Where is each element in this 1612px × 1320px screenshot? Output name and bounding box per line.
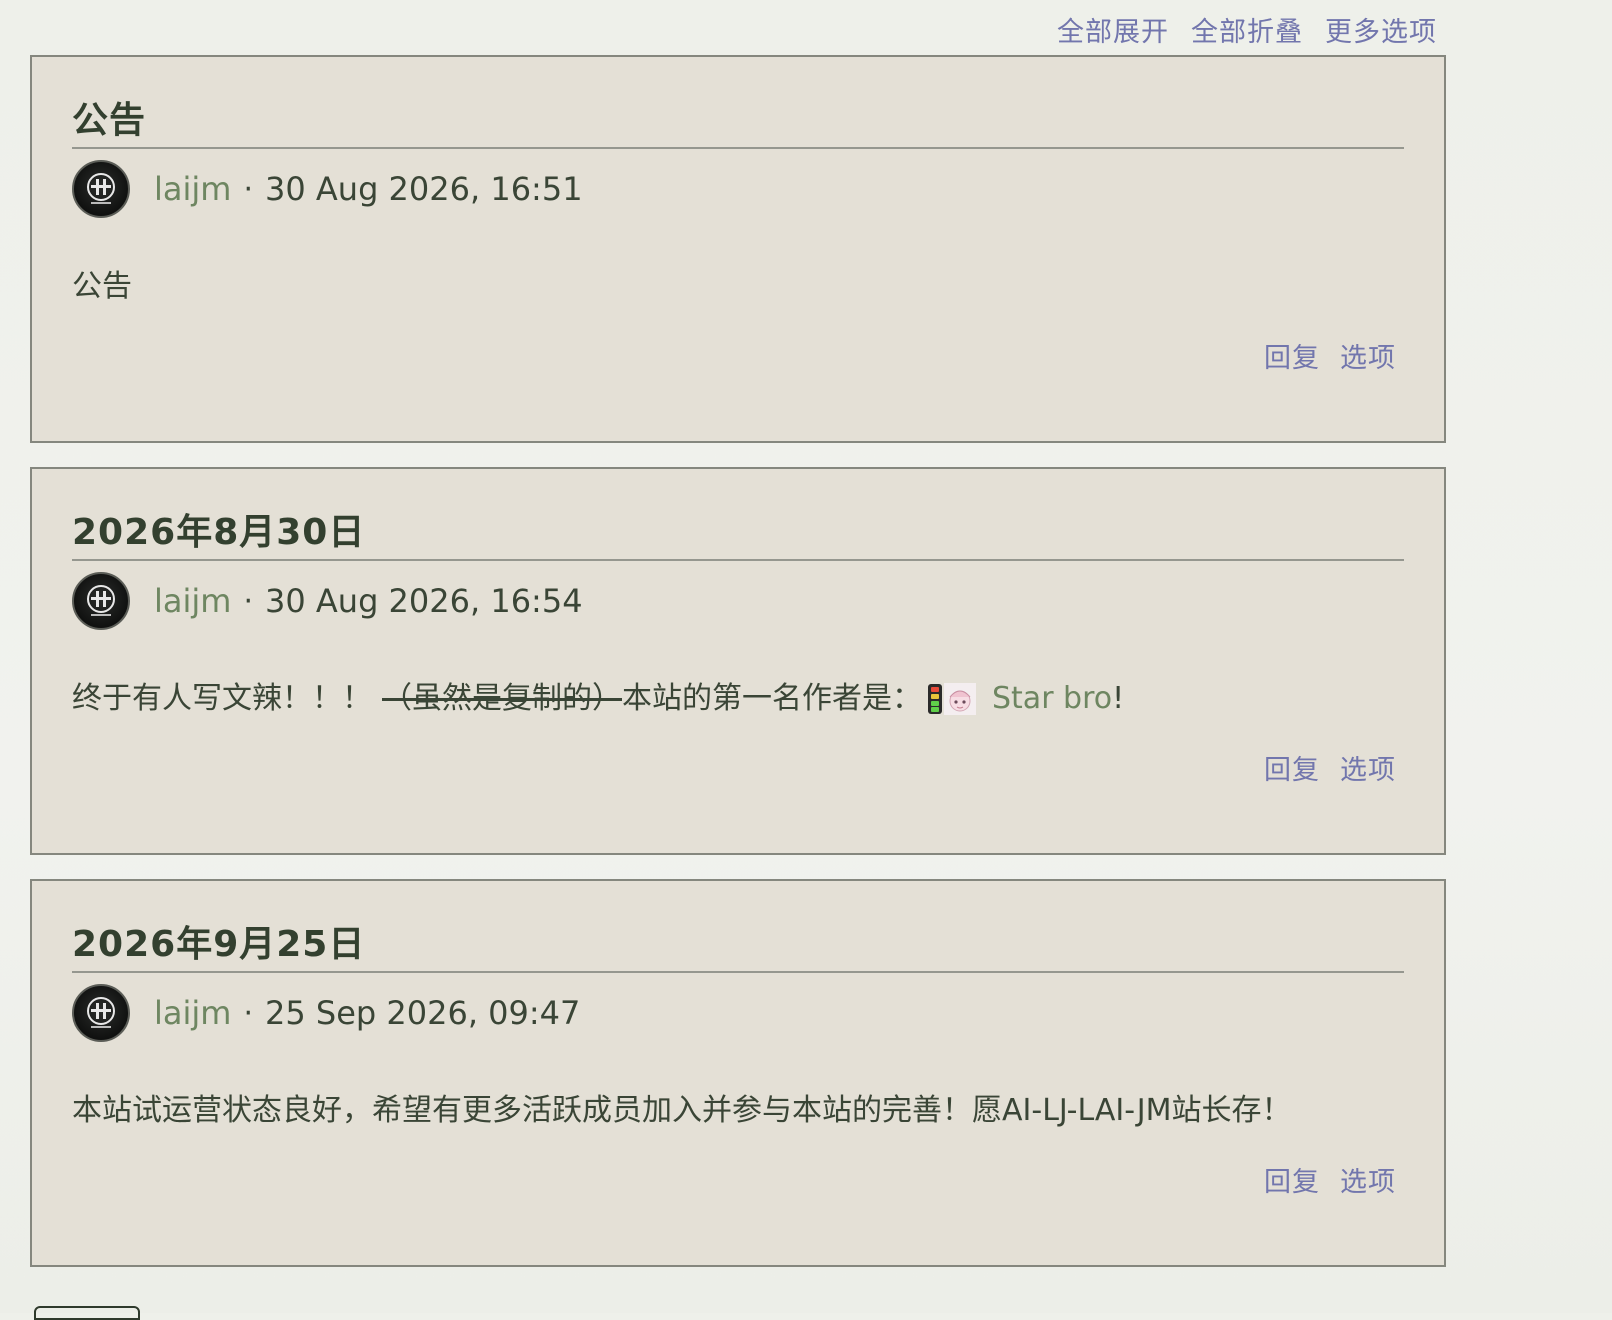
post-timestamp[interactable]: 30 Aug 2026, 16:54 (265, 582, 583, 620)
options-button[interactable]: 选项 (1340, 336, 1396, 375)
author-link[interactable]: laijm (154, 994, 231, 1032)
post-card: 2026年9月25日 laijm · 25 Sep 2026, 09:47 本站… (30, 879, 1446, 1267)
reply-button[interactable]: 回复 (1264, 336, 1320, 375)
post-card: 2026年8月30日 laijm · 30 Aug 2026, 16:54 终于… (30, 467, 1446, 855)
post-actions: 回复 选项 (1264, 748, 1396, 787)
options-button[interactable]: 选项 (1340, 1160, 1396, 1199)
post-text: 终于有人写文辣！！！ (72, 681, 372, 716)
avatar[interactable] (72, 160, 130, 218)
anime-face-icon (944, 683, 976, 715)
post-content: 终于有人写文辣！！！ （虽然是复制的） 本站的第一名作者是： Star bro … (72, 679, 1404, 719)
author-link[interactable]: laijm (154, 582, 231, 620)
post-actions: 回复 选项 (1264, 336, 1396, 375)
avatar[interactable] (72, 572, 130, 630)
post-feed: 公告 laijm · 30 Aug 2026, 16:51 公告 回复 选项 2… (30, 55, 1446, 1291)
avatar[interactable] (72, 984, 130, 1042)
post-card: 公告 laijm · 30 Aug 2026, 16:51 公告 回复 选项 (30, 55, 1446, 443)
more-options-link[interactable]: 更多选项 (1325, 10, 1437, 49)
reply-button[interactable]: 回复 (1264, 1160, 1320, 1199)
post-meta: laijm · 25 Sep 2026, 09:47 (72, 983, 1404, 1043)
traffic-light-icon (928, 684, 942, 714)
meta-separator: · (243, 583, 253, 619)
post-text: 本站的第一名作者是： (622, 681, 922, 716)
post-title: 公告 (72, 97, 1404, 149)
post-text: 本站试运营状态良好，希望有更多活跃成员加入并参与本站的完善！愿AI-LJ-LAI… (72, 1093, 1292, 1128)
post-timestamp[interactable]: 30 Aug 2026, 16:51 (265, 170, 583, 208)
user-mention-link[interactable]: Star bro (992, 679, 1112, 719)
post-title: 2026年9月25日 (72, 921, 1404, 973)
options-button[interactable]: 选项 (1340, 748, 1396, 787)
post-text: 公告 (72, 269, 132, 304)
post-actions: 回复 选项 (1264, 1160, 1396, 1199)
meta-separator: · (243, 995, 253, 1031)
post-content: 公告 (72, 267, 1404, 307)
expand-all-link[interactable]: 全部展开 (1057, 10, 1169, 49)
post-title: 2026年8月30日 (72, 509, 1404, 561)
thread-toolbar: 全部展开 全部折叠 更多选项 (1057, 10, 1437, 49)
post-timestamp[interactable]: 25 Sep 2026, 09:47 (265, 994, 580, 1032)
post-content: 本站试运营状态良好，希望有更多活跃成员加入并参与本站的完善！愿AI-LJ-LAI… (72, 1091, 1404, 1131)
logo-avatar-icon (87, 997, 115, 1028)
post-meta: laijm · 30 Aug 2026, 16:51 (72, 159, 1404, 219)
post-text: ! (1112, 681, 1125, 716)
logo-avatar-icon (87, 173, 115, 204)
collapse-all-link[interactable]: 全部折叠 (1191, 10, 1303, 49)
author-link[interactable]: laijm (154, 170, 231, 208)
post-meta: laijm · 30 Aug 2026, 16:54 (72, 571, 1404, 631)
reply-button[interactable]: 回复 (1264, 748, 1320, 787)
meta-separator: · (243, 171, 253, 207)
post-strikethrough-text: （虽然是复制的） (382, 681, 622, 716)
partially-visible-button[interactable] (34, 1306, 140, 1320)
logo-avatar-icon (87, 585, 115, 616)
